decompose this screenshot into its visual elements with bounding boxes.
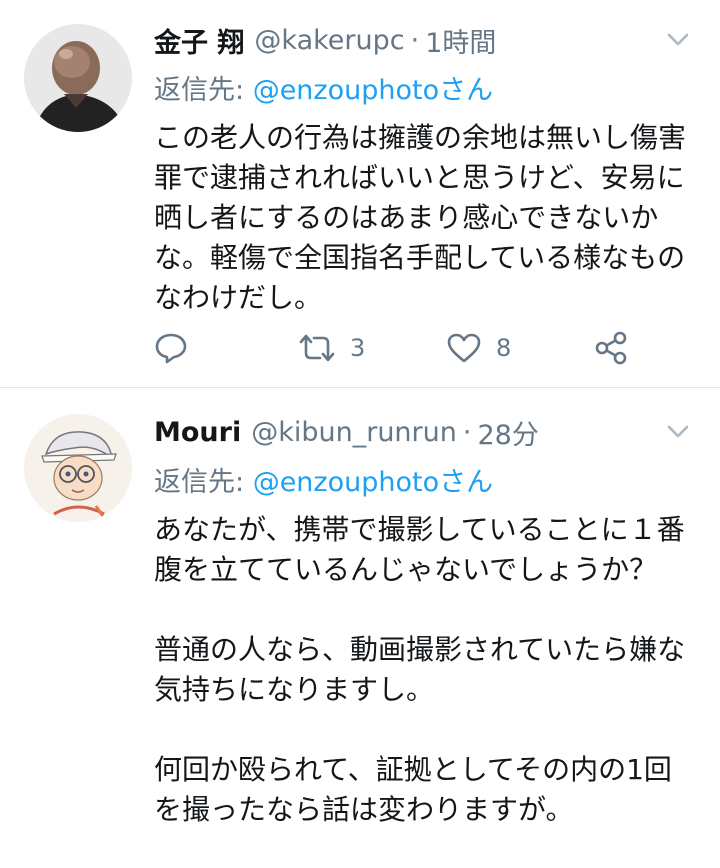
reply-context: 返信先: @enzouphotoさん [154,460,696,506]
reply-mention-link[interactable]: @enzouphotoさん [253,75,493,106]
separator: · [410,24,420,56]
timestamp[interactable]: 1時間 [425,21,496,60]
tweet-text: この老人の行為は擁護の余地は無いし傷害罪で逮捕されればいいと思うけど、安易に晒し… [154,121,687,314]
tweet-menu-button[interactable] [664,418,692,446]
avatar[interactable] [24,414,132,522]
tweet-text: あなたが、携帯で撮影していることに１番腹を立てているんじゃないでしょうか？ 普通… [154,513,686,826]
like-button[interactable]: 8 [446,332,511,364]
tweet[interactable]: 金子 翔 @kakerupc · 1時間 返信先: @enzouphotoさん … [0,0,720,388]
reply-context: 返信先: @enzouphotoさん [154,68,696,114]
tweet[interactable]: Mouri @kibun_runrun · 28分 返信先: @enzoupho… [0,388,720,868]
retweet-button[interactable]: 3 [298,333,365,363]
reply-prefix: 返信先: [154,75,253,106]
tweet-actions: 3 8 [154,328,634,368]
user-handle[interactable]: @kakerupc [254,25,404,56]
avatar[interactable] [24,24,132,132]
like-count: 8 [496,334,512,362]
chevron-down-icon [667,425,689,438]
reply-mention-link[interactable]: @enzouphotoさん [253,467,493,498]
tweet-menu-button[interactable] [664,26,692,54]
heart-icon [447,333,481,363]
tweet-header: 金子 翔 @kakerupc · 1時間 [154,16,696,64]
tweet-header: Mouri @kibun_runrun · 28分 [154,408,696,456]
timestamp[interactable]: 28分 [477,413,538,452]
bald-man-photo-icon [24,24,132,132]
reply-prefix: 返信先: [154,467,253,498]
separator: · [462,416,472,448]
anime-detective-drawing-icon [24,414,132,522]
user-handle[interactable]: @kibun_runrun [251,417,457,448]
chevron-down-icon [667,33,689,46]
reply-button[interactable] [154,332,188,364]
retweet-icon [299,334,335,362]
display-name[interactable]: Mouri [154,417,241,448]
display-name[interactable]: 金子 翔 [154,21,244,60]
reply-icon [155,333,187,364]
share-button[interactable] [594,331,628,365]
retweet-count: 3 [350,334,366,362]
share-icon [595,331,627,365]
